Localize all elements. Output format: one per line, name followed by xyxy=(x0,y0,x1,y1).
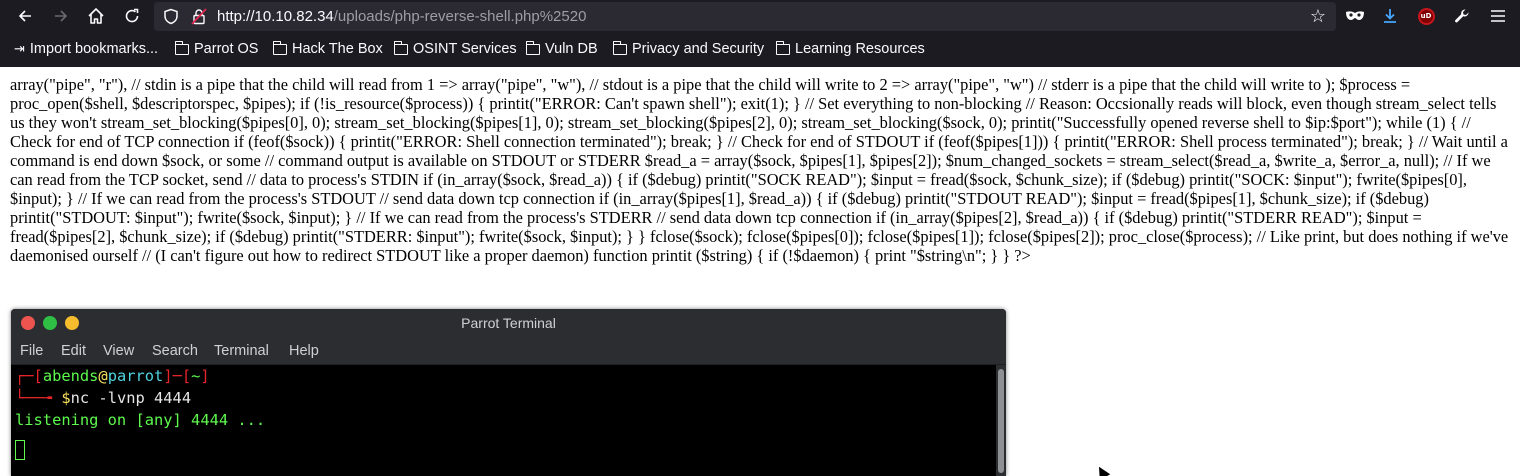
prompt-dollar: $ xyxy=(61,389,71,407)
menu-view[interactable]: View xyxy=(103,343,134,359)
bookmark-label: Parrot OS xyxy=(194,41,259,57)
folder-icon xyxy=(775,41,790,55)
star-icon[interactable]: ☆ xyxy=(1310,6,1326,27)
bookmark-folder-learning-resources[interactable]: Learning Resources xyxy=(775,41,925,57)
wrench-icon[interactable] xyxy=(1450,4,1474,28)
hamburger-menu-icon[interactable] xyxy=(1486,4,1510,28)
url-path: /uploads/php-reverse-shell.php%2520 xyxy=(333,8,587,25)
folder-icon xyxy=(393,41,408,55)
folder-icon xyxy=(272,41,287,55)
terminal-window: Parrot Terminal File Edit View Search Te… xyxy=(11,309,1006,476)
bookmark-label: Import bookmarks... xyxy=(29,41,159,57)
bookmark-label: Learning Resources xyxy=(795,41,925,57)
menu-help[interactable]: Help xyxy=(289,343,319,359)
menu-terminal[interactable]: Terminal xyxy=(214,343,269,359)
terminal-cursor xyxy=(15,440,25,460)
terminal-scrollbar[interactable] xyxy=(996,365,1006,476)
shield-icon[interactable] xyxy=(162,7,180,25)
bookmark-folder-hack-the-box[interactable]: Hack The Box xyxy=(272,41,383,57)
prompt-frame: ]─[ xyxy=(163,367,192,385)
terminal-title: Parrot Terminal xyxy=(461,315,556,331)
reload-icon[interactable] xyxy=(119,3,145,29)
folder-icon xyxy=(612,41,627,55)
bookmark-label: Hack The Box xyxy=(292,41,383,57)
prompt-at: @ xyxy=(98,367,108,385)
folder-icon xyxy=(174,41,189,55)
scrollbar-thumb[interactable] xyxy=(998,369,1004,473)
ublock-badge: uD xyxy=(1417,7,1435,25)
terminal-menubar: File Edit View Search Terminal Help xyxy=(11,337,1006,365)
bookmark-folder-vuln-db[interactable]: Vuln DB xyxy=(525,41,598,57)
address-bar[interactable]: http://10.10.82.34/uploads/php-reverse-s… xyxy=(154,2,1336,31)
ublock-origin-icon[interactable]: uD xyxy=(1414,4,1438,28)
private-mask-icon[interactable] xyxy=(1343,4,1367,28)
bookmark-label: Vuln DB xyxy=(545,41,598,57)
download-icon[interactable] xyxy=(1378,4,1402,28)
php-source-text: array("pipe", "r"), // stdin is a pipe t… xyxy=(10,75,1509,265)
prompt-dir: ~ xyxy=(191,367,201,385)
bookmark-folder-privacy-and-security[interactable]: Privacy and Security xyxy=(612,41,765,57)
bookmark-label: OSINT Services xyxy=(413,41,517,57)
bookmark-folder-osint-services[interactable]: OSINT Services xyxy=(393,41,517,57)
folder-icon xyxy=(525,41,540,55)
import-icon: ⇥ xyxy=(14,41,25,57)
bookmarks-toolbar: ⇥ Import bookmarks... Parrot OS Hack The… xyxy=(0,33,1520,67)
insecure-lock-icon[interactable] xyxy=(190,7,208,25)
bookmark-import[interactable]: ⇥ Import bookmarks... xyxy=(14,41,158,57)
terminal-body[interactable]: ┌─[abends@parrot]─[~] └──╼ $nc -lvnp 444… xyxy=(11,365,996,476)
url-host: http://10.10.82.34 xyxy=(217,8,334,25)
command-text: nc -lvnp 4444 xyxy=(70,389,192,407)
menu-file[interactable]: File xyxy=(20,343,43,359)
bookmark-label: Privacy and Security xyxy=(632,41,765,57)
command-line: └──╼ $nc -lvnp 4444 xyxy=(15,387,191,409)
prompt-user: abends xyxy=(42,367,99,385)
forward-arrow-icon[interactable] xyxy=(48,3,74,29)
home-icon[interactable] xyxy=(83,3,109,29)
menu-search[interactable]: Search xyxy=(152,343,198,359)
bookmark-folder-parrot-os[interactable]: Parrot OS xyxy=(174,41,259,57)
menu-edit[interactable]: Edit xyxy=(61,343,86,359)
back-arrow-icon[interactable] xyxy=(12,3,38,29)
prompt-frame: ] xyxy=(200,367,210,385)
output-line: listening on [any] 4444 ... xyxy=(15,411,266,429)
prompt-arrow: └──╼ xyxy=(15,389,62,407)
prompt-host: parrot xyxy=(107,367,164,385)
url-text[interactable]: http://10.10.82.34/uploads/php-reverse-s… xyxy=(217,8,586,25)
browser-toolbar: http://10.10.82.34/uploads/php-reverse-s… xyxy=(0,0,1520,33)
prompt-frame: ┌─[ xyxy=(15,367,43,385)
terminal-titlebar[interactable]: Parrot Terminal xyxy=(11,309,1006,337)
prompt-line: ┌─[abends@parrot]─[~] xyxy=(15,365,210,387)
